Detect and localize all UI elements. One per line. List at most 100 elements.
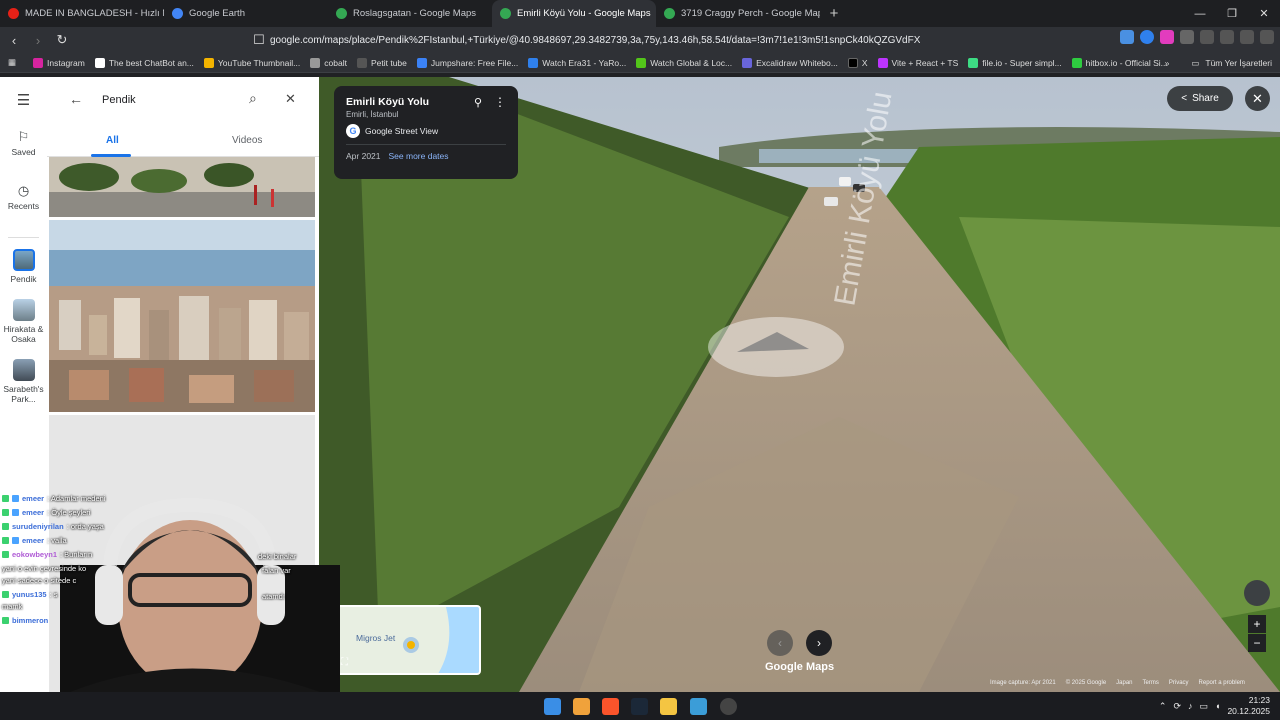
chevron-right-icon[interactable]: » bbox=[1165, 58, 1170, 68]
result-photo-city[interactable] bbox=[49, 220, 315, 412]
watch-icon bbox=[636, 57, 647, 68]
url-field[interactable]: google.com/maps/place/Pendik%2FIstanbul,… bbox=[270, 27, 920, 53]
recents-button[interactable]: ◷ Recents bbox=[0, 183, 47, 211]
bookmark-item[interactable]: YouTube Thumbnail... bbox=[199, 57, 305, 68]
recent-place-hirakata[interactable]: Hirakata & Osaka bbox=[0, 299, 47, 344]
bookmark-item[interactable]: Instagram bbox=[28, 57, 90, 68]
chatbot-icon bbox=[94, 57, 105, 68]
clock[interactable]: 21:23 20.12.2025 bbox=[1227, 695, 1270, 717]
menu-icon[interactable] bbox=[1260, 30, 1274, 44]
extensions-puzzle-icon[interactable] bbox=[1180, 30, 1194, 44]
mini-map-label: Migros Jet bbox=[356, 633, 396, 643]
bookmark-item[interactable]: file.io - Super simpl... bbox=[963, 57, 1066, 68]
steam-icon[interactable] bbox=[631, 698, 648, 715]
browser-tab[interactable]: 3719 Craggy Perch - Google Maps bbox=[656, 0, 820, 27]
bookmark-item[interactable]: Vite + React + TS bbox=[873, 57, 964, 68]
browser-tab[interactable]: Google Earth bbox=[164, 0, 328, 27]
next-photo-button[interactable]: › bbox=[806, 630, 832, 656]
mini-map[interactable]: Migros Jet ⛶ bbox=[334, 605, 481, 675]
close-window-icon[interactable]: ✕ bbox=[1248, 0, 1280, 27]
obs-icon[interactable] bbox=[720, 698, 737, 715]
bookmarks-right: » ▭ Tüm Yer İşaretleri bbox=[1165, 53, 1272, 73]
chat-message: bimmeron bbox=[2, 616, 51, 625]
zoom-in-button[interactable]: + bbox=[1248, 615, 1266, 633]
bookmarks-bar: ▦ Instagram The best ChatBot an... YouTu… bbox=[0, 53, 1280, 73]
recent-place-pendik[interactable]: Pendik bbox=[0, 249, 47, 284]
chevron-up-icon[interactable]: ⌃ bbox=[1159, 701, 1167, 712]
bookmark-item[interactable]: Excalidraw Whitebo... bbox=[737, 57, 843, 68]
place-subtitle: Emirli, İstanbul bbox=[346, 110, 399, 119]
map-pin-icon bbox=[336, 8, 347, 19]
bookmark-item[interactable]: Watch Global & Loc... bbox=[631, 57, 737, 68]
compass-icon[interactable] bbox=[1244, 580, 1270, 606]
monitor-icon[interactable]: ▭ bbox=[1200, 701, 1209, 712]
browser-tab[interactable]: MADE IN BANGLADESH - Hızlı Moda bbox=[0, 0, 164, 27]
new-tab-button[interactable]: + bbox=[820, 0, 848, 27]
minimize-icon[interactable]: — bbox=[1184, 0, 1216, 27]
extension-icon[interactable] bbox=[1140, 30, 1154, 44]
app-icon[interactable] bbox=[573, 698, 590, 715]
chat-message: yani sadece o sitede c bbox=[2, 576, 77, 585]
result-photo-palms[interactable] bbox=[49, 157, 315, 217]
badge-icon bbox=[2, 617, 9, 624]
tab-videos[interactable]: Videos bbox=[232, 135, 262, 146]
more-options-icon[interactable]: ⋮ bbox=[494, 95, 506, 109]
browser-tab-active[interactable]: Emirli Köyü Yolu - Google Maps✕ bbox=[492, 0, 656, 27]
tab-all[interactable]: All bbox=[106, 135, 119, 146]
divider bbox=[8, 237, 39, 238]
sidebar-icon[interactable] bbox=[1200, 30, 1214, 44]
extension-icon[interactable] bbox=[1160, 30, 1174, 44]
windows-taskbar: ⌃ ⟳ ♪ ▭ ◖ 21:23 20.12.2025 bbox=[0, 692, 1280, 720]
close-street-view-button[interactable]: ✕ bbox=[1245, 86, 1270, 111]
chat-fragment: deki binalar bbox=[258, 552, 297, 561]
map-footer: Image capture: Apr 2021 © 2025 Google Ja… bbox=[990, 680, 1245, 686]
maximize-icon[interactable]: ❐ bbox=[1216, 0, 1248, 27]
previous-photo-button[interactable]: ‹ bbox=[767, 630, 793, 656]
bookmark-item[interactable]: Watch Era31 - YaRo... bbox=[523, 57, 631, 68]
see-more-dates-link[interactable]: See more dates bbox=[389, 151, 449, 161]
recent-place-sarabeths[interactable]: Sarabeth's Park... bbox=[0, 359, 47, 404]
zoom-out-button[interactable]: − bbox=[1248, 634, 1266, 652]
file-io-icon bbox=[968, 57, 979, 68]
music-icon[interactable] bbox=[1220, 30, 1234, 44]
map-pin-icon bbox=[500, 8, 511, 19]
search-icon[interactable]: ⌕ bbox=[249, 90, 257, 107]
window-controls: — ❐ ✕ bbox=[1184, 0, 1280, 27]
all-bookmarks-link[interactable]: Tüm Yer İşaretleri bbox=[1205, 58, 1272, 68]
search-input[interactable]: Pendik bbox=[102, 94, 136, 106]
browser-tab[interactable]: Roslagsgatan - Google Maps bbox=[328, 0, 492, 27]
app-icon[interactable] bbox=[690, 698, 707, 715]
map-pin-icon[interactable]: ⚲ bbox=[474, 96, 482, 109]
share-button[interactable]: < Share bbox=[1167, 86, 1233, 111]
bookmark-item[interactable]: X bbox=[843, 57, 873, 68]
bookmark-item[interactable]: Jumpshare: Free File... bbox=[412, 57, 523, 68]
volume-icon[interactable]: ◖ bbox=[1215, 701, 1220, 711]
sync-icon[interactable]: ⟳ bbox=[1173, 701, 1181, 712]
bookmark-item[interactable]: hitbox.io - Official Si... bbox=[1067, 57, 1173, 68]
bookmark-item[interactable]: The best ChatBot an... bbox=[90, 57, 199, 68]
bookmark-item[interactable]: Petit tube bbox=[352, 57, 412, 68]
back-icon[interactable]: ‹ bbox=[4, 30, 24, 50]
microphone-icon[interactable]: ♪ bbox=[1188, 701, 1193, 711]
badge-icon bbox=[2, 551, 9, 558]
shield-icon[interactable] bbox=[1240, 30, 1254, 44]
menu-icon[interactable]: ☰ bbox=[0, 91, 47, 109]
place-thumbnail bbox=[12, 249, 35, 271]
saved-button[interactable]: ⚐ Saved bbox=[0, 129, 47, 157]
back-arrow-icon[interactable]: ← bbox=[69, 91, 83, 107]
screen: MADE IN BANGLADESH - Hızlı Moda Google E… bbox=[0, 0, 1280, 720]
bookmark-item[interactable]: cobalt bbox=[305, 57, 352, 68]
reload-icon[interactable]: ↻ bbox=[52, 30, 72, 50]
brave-browser-icon[interactable] bbox=[602, 698, 619, 715]
forward-icon[interactable]: › bbox=[28, 30, 48, 50]
bookmark-icon[interactable]: ☐ bbox=[249, 30, 269, 50]
vite-icon bbox=[877, 57, 888, 68]
apps-grid-icon[interactable]: ▦ bbox=[0, 57, 28, 68]
close-icon[interactable]: ✕ bbox=[285, 91, 296, 107]
chat-message: surudeniyrilan: orda yaşa bbox=[2, 522, 104, 531]
extension-icon[interactable] bbox=[1120, 30, 1134, 44]
chat-message: eokowbeyn1: Bunların bbox=[2, 550, 92, 559]
windows-start-icon[interactable] bbox=[544, 698, 561, 715]
file-explorer-icon[interactable] bbox=[660, 698, 677, 715]
chat-message: emeer: Adamlar medeni bbox=[2, 494, 105, 503]
